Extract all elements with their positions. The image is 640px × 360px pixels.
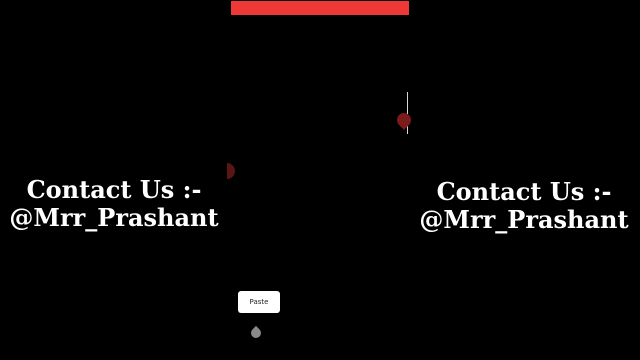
contact-watermark-right: Contact Us :- @Mrr_Prashant	[408, 177, 640, 235]
contact-handle: @Mrr_Prashant	[419, 205, 629, 235]
contact-label: Contact Us :-	[26, 175, 202, 204]
paste-button[interactable]: Paste	[238, 291, 280, 313]
contact-watermark-left: Contact Us :- @Mrr_Prashant	[0, 175, 228, 233]
contact-label: Contact Us :-	[436, 177, 612, 206]
top-status-bar	[231, 1, 409, 15]
contact-handle: @Mrr_Prashant	[9, 203, 219, 233]
